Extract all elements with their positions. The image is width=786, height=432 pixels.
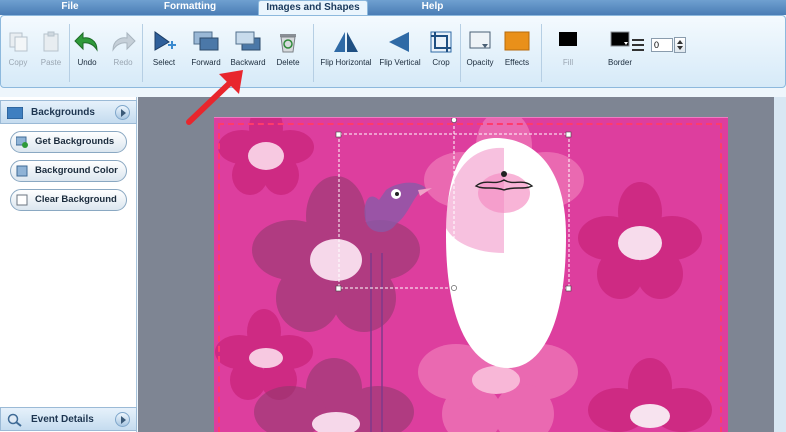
backgrounds-panel-header[interactable]: Backgrounds	[0, 100, 137, 124]
fill-button[interactable]: Fill	[553, 16, 583, 78]
separator	[541, 24, 542, 82]
paste-icon	[40, 30, 62, 55]
tab-images-and-shapes[interactable]: Images and Shapes	[258, 0, 368, 15]
bring-forward-icon	[192, 30, 220, 55]
design-canvas[interactable]	[214, 117, 728, 432]
separator	[313, 24, 314, 82]
select-cursor-icon	[151, 30, 177, 57]
border-width-input[interactable]: 0	[651, 38, 673, 52]
tab-formatting[interactable]: Formatting	[140, 0, 240, 15]
crop-button[interactable]: Crop	[427, 16, 455, 78]
flip-vertical-button[interactable]: Flip Vertical	[376, 16, 424, 78]
redo-arrow-icon	[110, 30, 136, 57]
clear-icon	[16, 194, 28, 206]
get-backgrounds-label: Get Backgrounds	[35, 136, 115, 147]
opacity-button[interactable]: Opacity	[463, 16, 497, 78]
fill-label: Fill	[562, 58, 574, 67]
stepper-arrows-icon	[677, 40, 683, 50]
backgrounds-icon	[7, 107, 23, 119]
expand-arrow-icon[interactable]	[115, 105, 130, 120]
flip-vertical-label: Flip Vertical	[379, 58, 421, 67]
event-details-title: Event Details	[31, 414, 94, 425]
separator	[142, 24, 143, 82]
select-label: Select	[152, 58, 176, 67]
color-swatch-icon	[16, 165, 28, 177]
redo-label: Redo	[113, 58, 133, 67]
clear-background-button[interactable]: Clear Background	[10, 189, 127, 211]
undo-label: Undo	[77, 58, 97, 67]
border-label: Border	[607, 58, 632, 67]
get-backgrounds-button[interactable]: Get Backgrounds	[10, 131, 127, 153]
ribbon-toolbar: Copy Paste Undo Redo Select Forward Back…	[0, 15, 786, 88]
safe-area-border	[218, 123, 722, 432]
delete-label: Delete	[276, 58, 300, 67]
opacity-icon	[468, 30, 492, 55]
workspace	[138, 97, 786, 432]
crop-icon	[429, 30, 453, 57]
effects-button[interactable]: Effects	[501, 16, 533, 78]
copy-button[interactable]: Copy	[3, 16, 33, 78]
annotation-arrow-icon	[186, 70, 243, 125]
select-button[interactable]: Select	[147, 16, 181, 78]
menu-bar: File Formatting Images and Shapes Help	[0, 0, 786, 15]
delete-button[interactable]: Delete	[271, 16, 305, 78]
paste-button[interactable]: Paste	[35, 16, 67, 78]
trash-can-icon	[276, 30, 300, 57]
opacity-label: Opacity	[466, 58, 494, 67]
left-panel: Backgrounds Get Backgrounds Background C…	[0, 97, 137, 432]
clear-background-label: Clear Background	[35, 194, 117, 205]
flip-vertical-icon	[387, 30, 413, 57]
separator	[69, 24, 70, 82]
event-details-panel-header[interactable]: Event Details	[0, 407, 137, 431]
border-color-swatch-icon	[609, 30, 631, 53]
magnifier-icon	[7, 413, 22, 427]
flip-horizontal-label: Flip Horizontal	[320, 58, 372, 67]
expand-arrow-icon[interactable]	[115, 412, 130, 427]
separator	[460, 24, 461, 82]
background-color-label: Background Color	[35, 165, 118, 176]
paste-label: Paste	[40, 58, 62, 67]
crop-label: Crop	[432, 58, 450, 67]
vertical-scrollbar[interactable]	[774, 97, 786, 432]
undo-button[interactable]: Undo	[71, 16, 103, 78]
tab-file[interactable]: File	[30, 0, 110, 15]
effects-label: Effects	[504, 58, 530, 67]
backgrounds-title: Backgrounds	[31, 107, 95, 118]
border-width-lines-icon	[632, 38, 644, 55]
flip-horizontal-button[interactable]: Flip Horizontal	[317, 16, 375, 78]
border-width-stepper[interactable]	[674, 37, 686, 53]
copy-icon	[7, 30, 29, 55]
undo-arrow-icon	[74, 30, 100, 57]
flip-horizontal-icon	[332, 30, 360, 57]
send-backward-icon	[234, 30, 262, 55]
tab-help[interactable]: Help	[395, 0, 470, 15]
fill-color-swatch-icon	[557, 30, 579, 53]
add-background-icon	[16, 136, 28, 148]
redo-button[interactable]: Redo	[107, 16, 139, 78]
background-color-button[interactable]: Background Color	[10, 160, 127, 182]
effects-icon	[504, 30, 530, 55]
copy-label: Copy	[8, 58, 28, 67]
